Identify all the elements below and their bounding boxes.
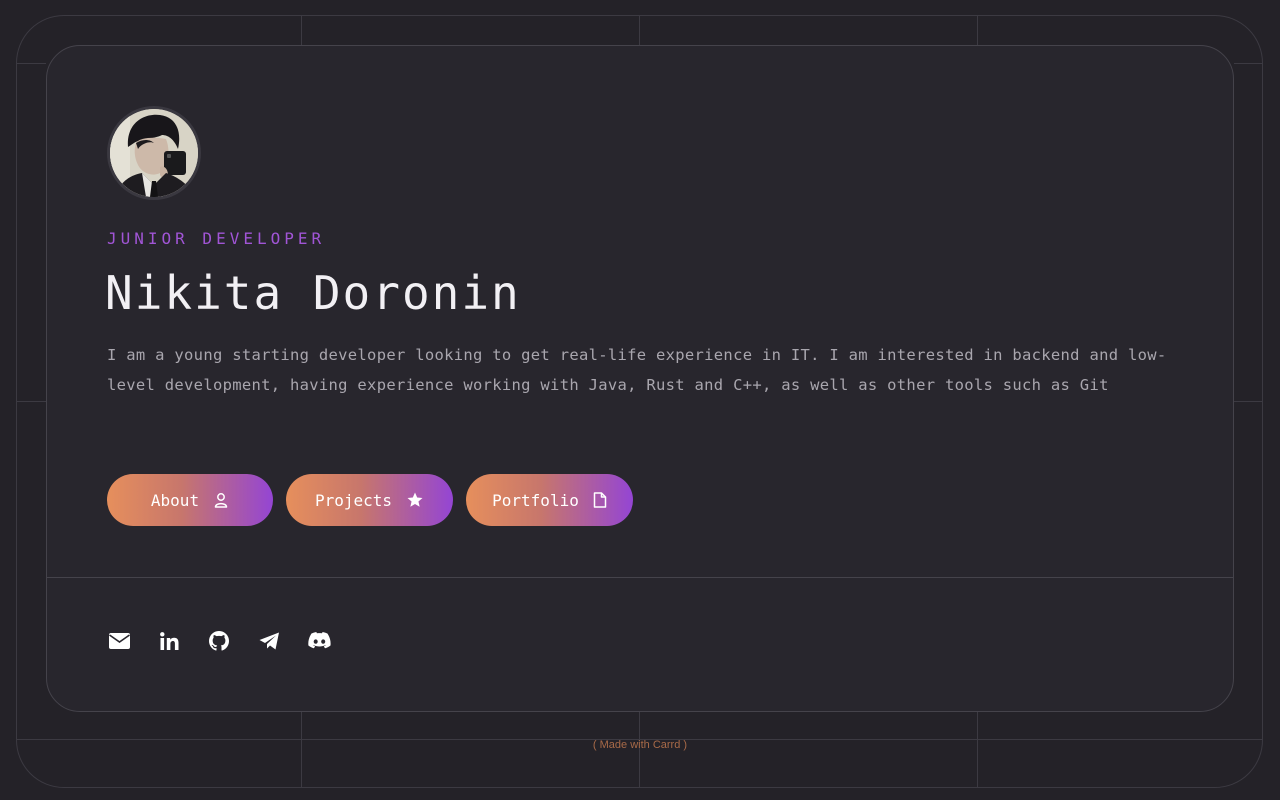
- avatar: [107, 106, 201, 200]
- made-with-carrd-link[interactable]: ( Made with Carrd ): [0, 739, 1280, 751]
- star-icon: [407, 492, 423, 507]
- github-icon: [209, 631, 229, 651]
- projects-button-label: Projects: [314, 490, 393, 510]
- about-button[interactable]: About: [107, 474, 273, 526]
- document-icon: [593, 492, 607, 508]
- nav-buttons: About Projects Portfolio: [107, 474, 633, 526]
- about-button-label: About: [150, 490, 200, 510]
- linkedin-icon: [159, 632, 178, 650]
- portfolio-button-label: Portfolio: [492, 490, 579, 510]
- profile-card: JUNIOR DEVELOPER Nikita Doronin I am a y…: [46, 45, 1234, 712]
- social-links: [107, 629, 331, 653]
- discord-link[interactable]: [307, 629, 331, 653]
- user-icon: [214, 493, 228, 508]
- projects-button[interactable]: Projects: [286, 474, 453, 526]
- telegram-link[interactable]: [257, 629, 281, 653]
- discord-icon: [307, 632, 331, 649]
- email-link[interactable]: [107, 629, 131, 653]
- github-link[interactable]: [207, 629, 231, 653]
- telegram-icon: [259, 632, 279, 650]
- bio-text: I am a young starting developer looking …: [107, 346, 1167, 394]
- job-title: JUNIOR DEVELOPER: [107, 229, 326, 248]
- portfolio-button[interactable]: Portfolio: [466, 474, 633, 526]
- profile-photo-icon: [110, 109, 198, 197]
- linkedin-link[interactable]: [157, 629, 181, 653]
- section-divider: [47, 577, 1233, 578]
- page-title: Nikita Doronin: [105, 266, 521, 320]
- email-icon: [108, 633, 130, 649]
